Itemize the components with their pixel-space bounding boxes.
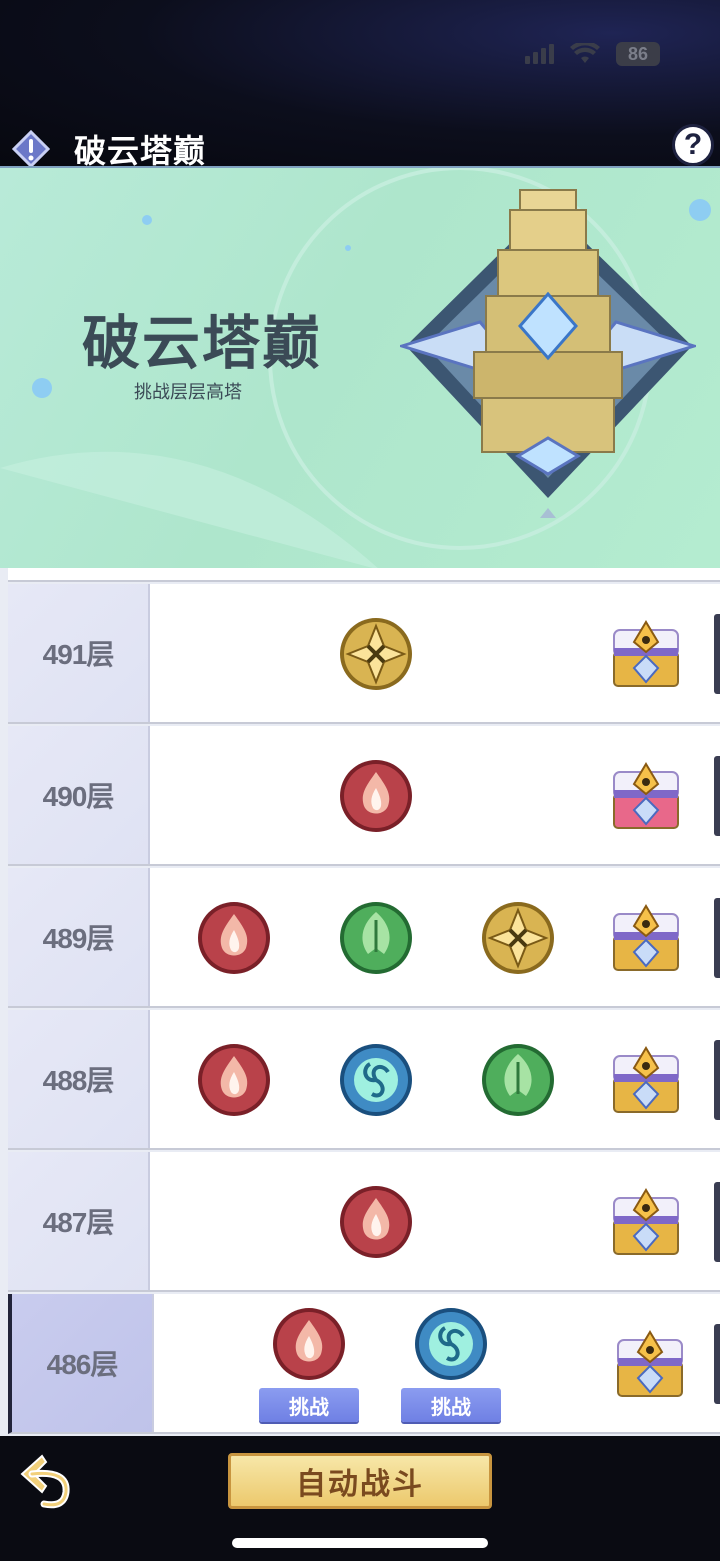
fire-enemy-icon[interactable] bbox=[196, 1042, 272, 1118]
nature-enemy-icon[interactable] bbox=[338, 900, 414, 976]
nature-enemy-icon[interactable] bbox=[480, 1042, 556, 1118]
floor-label-cell: 488层 bbox=[8, 1010, 150, 1148]
floor-label: 490层 bbox=[42, 781, 115, 812]
gold-chest-icon[interactable] bbox=[608, 1046, 684, 1118]
list-top-edge bbox=[8, 568, 720, 582]
home-indicator[interactable] bbox=[232, 1538, 488, 1548]
floor-label-cell: 491层 bbox=[8, 584, 150, 722]
floor-row[interactable]: 487层 bbox=[8, 1152, 720, 1292]
wifi-icon bbox=[570, 43, 600, 63]
status-bar: 86 bbox=[525, 40, 660, 68]
fire-enemy-icon[interactable] bbox=[196, 900, 272, 976]
row-edge-marker bbox=[714, 614, 720, 694]
row-edge-marker bbox=[714, 898, 720, 978]
fire-enemy-icon[interactable] bbox=[338, 758, 414, 834]
floor-label-cell: 486层 bbox=[12, 1294, 154, 1432]
fire-enemy-icon[interactable] bbox=[338, 1184, 414, 1260]
auto-battle-button[interactable]: 自动战斗 bbox=[228, 1453, 492, 1509]
floor-label: 486层 bbox=[46, 1349, 119, 1380]
floor-label-cell: 487层 bbox=[8, 1152, 150, 1290]
challenge-button[interactable]: 挑战 bbox=[259, 1388, 359, 1422]
floor-row[interactable]: 491层 bbox=[8, 584, 720, 724]
battery-indicator: 86 bbox=[616, 42, 660, 66]
help-button[interactable]: ? bbox=[672, 124, 714, 166]
top-bar: 86 破云塔巅 ? bbox=[0, 0, 720, 170]
floor-row[interactable]: 488层 bbox=[8, 1010, 720, 1150]
pink-chest-icon[interactable] bbox=[608, 762, 684, 834]
floor-label: 489层 bbox=[42, 923, 115, 954]
wind-enemy-icon[interactable] bbox=[338, 1042, 414, 1118]
light-enemy-icon[interactable] bbox=[480, 900, 556, 976]
gold-chest-icon[interactable] bbox=[608, 904, 684, 976]
alert-icon[interactable] bbox=[12, 130, 50, 168]
gold-chest-icon[interactable] bbox=[608, 620, 684, 692]
light-enemy-icon[interactable] bbox=[338, 616, 414, 692]
row-edge-marker bbox=[714, 1324, 720, 1404]
challenge-button[interactable]: 挑战 bbox=[401, 1388, 501, 1422]
question-icon: ? bbox=[683, 128, 703, 161]
floor-row[interactable]: 490层 bbox=[8, 726, 720, 866]
fire-enemy-icon[interactable] bbox=[271, 1306, 347, 1382]
floor-row[interactable]: 486层挑战 挑战 bbox=[8, 1294, 720, 1434]
floor-label: 491层 bbox=[42, 639, 115, 670]
signal-icon bbox=[525, 44, 554, 64]
floor-row[interactable]: 489层 bbox=[8, 868, 720, 1008]
row-edge-marker bbox=[714, 756, 720, 836]
gold-chest-icon[interactable] bbox=[608, 1188, 684, 1260]
banner-subtitle: 挑战层层高塔 bbox=[134, 382, 242, 403]
floor-label-cell: 489层 bbox=[8, 868, 150, 1006]
row-edge-marker bbox=[714, 1040, 720, 1120]
wind-enemy-icon[interactable] bbox=[413, 1306, 489, 1382]
bottom-bar: 自动战斗 bbox=[0, 1436, 720, 1561]
floor-label: 488层 bbox=[42, 1065, 115, 1096]
floor-label-cell: 490层 bbox=[8, 726, 150, 864]
tower-banner: 破云塔巅 挑战层层高塔 bbox=[0, 166, 720, 568]
floor-label: 487层 bbox=[42, 1207, 115, 1238]
tower-emblem-icon bbox=[400, 189, 696, 518]
back-arrow-icon[interactable] bbox=[18, 1452, 80, 1512]
gold-chest-icon[interactable] bbox=[612, 1330, 688, 1402]
row-edge-marker bbox=[714, 1182, 720, 1262]
banner-title: 破云塔巅 bbox=[82, 309, 323, 377]
